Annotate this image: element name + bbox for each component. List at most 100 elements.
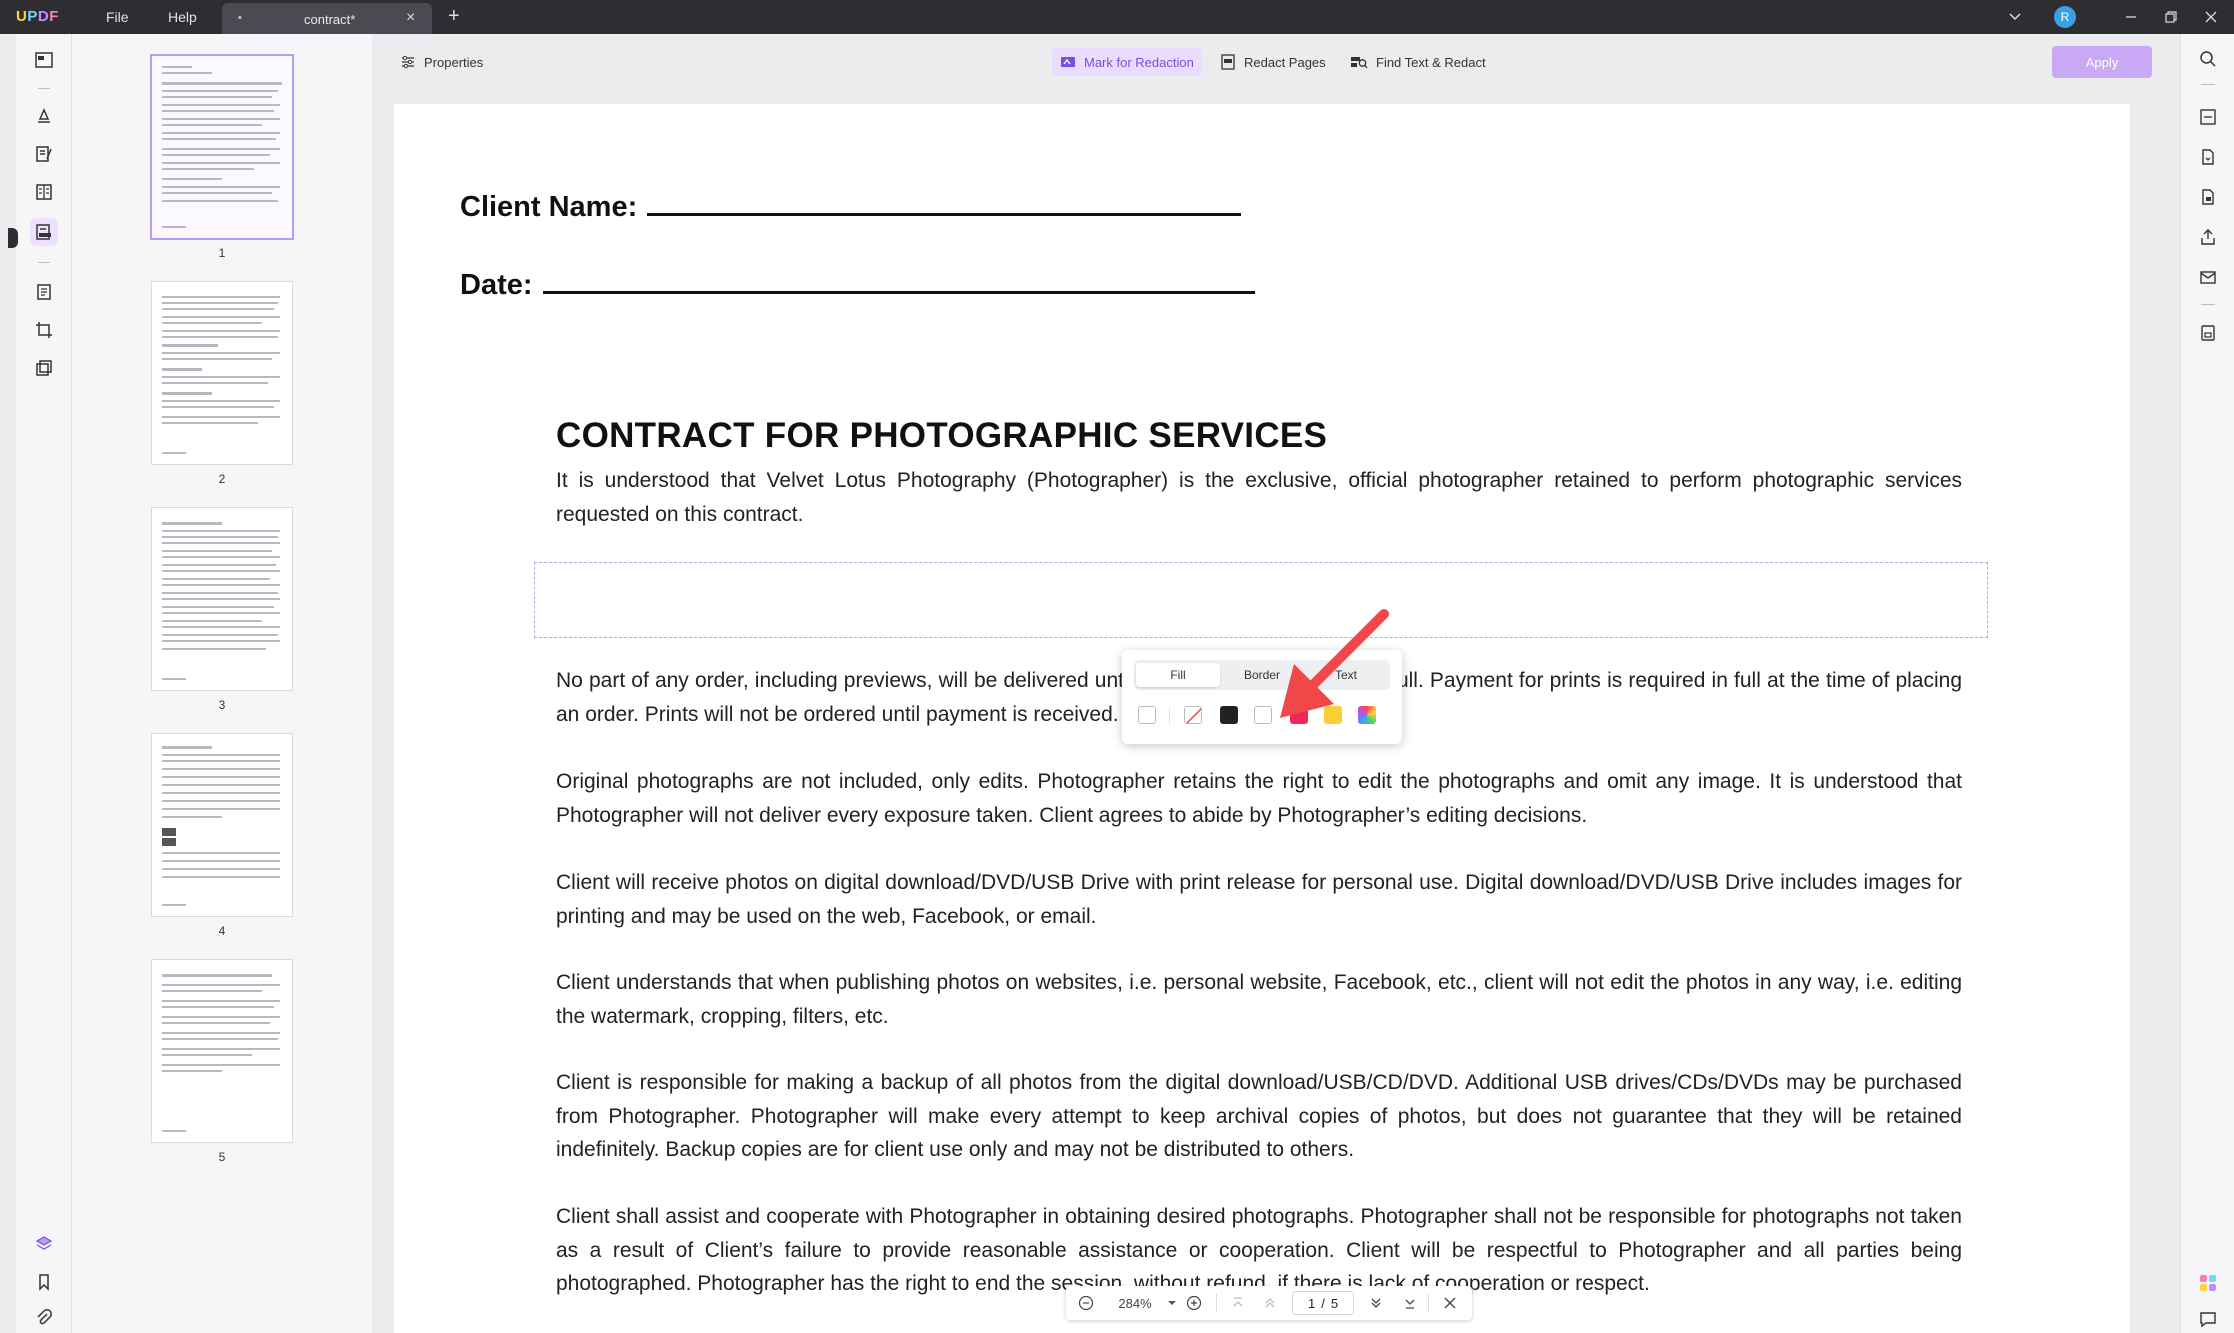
zoom-out-icon[interactable] bbox=[1074, 1286, 1098, 1320]
zoom-dropdown-icon[interactable] bbox=[1162, 1286, 1182, 1320]
paragraph-3: Original photographs are not included, o… bbox=[556, 770, 1962, 827]
thumbnail-panel: 1 2 3 4 5 bbox=[72, 34, 372, 1333]
next-page-icon[interactable] bbox=[1364, 1286, 1388, 1320]
first-page-icon[interactable] bbox=[1226, 1286, 1250, 1320]
redact-pages-button[interactable]: Redact Pages bbox=[1212, 48, 1334, 76]
date-underline bbox=[542, 268, 1255, 294]
rail-separator bbox=[2201, 84, 2215, 85]
rail-separator bbox=[38, 88, 50, 89]
right-tool-rail bbox=[2180, 34, 2234, 1333]
no-color-slash-icon bbox=[1186, 708, 1201, 723]
thumbnail-number: 4 bbox=[218, 924, 226, 938]
current-page: 1 bbox=[1307, 1295, 1316, 1311]
mark-for-redaction-button[interactable]: Mark for Redaction bbox=[1052, 48, 1202, 76]
chat-comment-icon[interactable] bbox=[2197, 1308, 2219, 1330]
organize-pages-icon[interactable] bbox=[30, 278, 58, 306]
swatch-separator bbox=[1169, 708, 1170, 724]
paragraph-6: Client is responsible for making a backu… bbox=[556, 1071, 1962, 1161]
mark-redaction-icon bbox=[1061, 57, 1075, 67]
thumbnail-number: 5 bbox=[218, 1150, 226, 1164]
crop-icon[interactable] bbox=[30, 316, 58, 344]
rail-separator bbox=[2201, 304, 2215, 305]
zoom-level[interactable]: 284% bbox=[1110, 1286, 1160, 1320]
attachment-icon[interactable] bbox=[30, 1304, 58, 1332]
menu-file[interactable]: File bbox=[106, 9, 129, 25]
previous-page-icon[interactable] bbox=[1258, 1286, 1282, 1320]
edit-pdf-icon[interactable] bbox=[30, 140, 58, 168]
paragraph-5: Client understands that when publishing … bbox=[556, 971, 1962, 1028]
red-arrow-annotation bbox=[1280, 609, 1389, 718]
page-thumbnail-2[interactable] bbox=[152, 282, 292, 464]
title-bar: UPDF File Help • contract* × + R bbox=[0, 0, 2234, 34]
thumbnail-number: 3 bbox=[218, 698, 226, 712]
mark-for-redaction-label: Mark for Redaction bbox=[1084, 54, 1194, 70]
user-avatar[interactable]: R bbox=[2054, 6, 2076, 28]
comment-icon[interactable] bbox=[30, 102, 58, 130]
redact-icon[interactable] bbox=[30, 218, 58, 246]
left-tool-rail bbox=[16, 34, 72, 1333]
document-title: CONTRACT FOR PHOTOGRAPHIC SERVICES bbox=[556, 416, 1328, 455]
protect-icon[interactable] bbox=[2197, 186, 2219, 208]
nav-separator bbox=[1428, 1294, 1429, 1312]
page-thumbnail-3[interactable] bbox=[152, 508, 292, 690]
panel-collapse-handle[interactable] bbox=[8, 228, 18, 248]
share-icon[interactable] bbox=[2197, 226, 2219, 248]
page-separator: / bbox=[1321, 1295, 1325, 1311]
total-pages: 5 bbox=[1330, 1295, 1339, 1311]
close-window-icon[interactable] bbox=[2204, 0, 2218, 34]
find-text-redact-button[interactable]: Find Text & Redact bbox=[1342, 48, 1494, 76]
redaction-toolbar: Properties Mark for Redaction Redact Pag… bbox=[372, 34, 2180, 92]
swatch-black[interactable] bbox=[1220, 706, 1238, 724]
form-icon[interactable] bbox=[30, 178, 58, 206]
tools-icon[interactable] bbox=[30, 354, 58, 382]
client-name-label: Client Name: bbox=[460, 191, 638, 223]
client-name-underline bbox=[647, 190, 1242, 216]
swatch-selected-white[interactable] bbox=[1138, 706, 1156, 724]
find-text-redact-label: Find Text & Redact bbox=[1376, 54, 1486, 70]
redact-pages-label: Redact Pages bbox=[1244, 54, 1326, 70]
page-thumbnail-4[interactable] bbox=[152, 734, 292, 916]
thumbnail-number: 1 bbox=[218, 246, 226, 260]
sliders-icon bbox=[402, 55, 414, 69]
tab-close-icon[interactable]: × bbox=[406, 9, 415, 27]
nav-separator bbox=[1216, 1294, 1217, 1312]
close-nav-icon[interactable] bbox=[1438, 1286, 1462, 1320]
properties-button[interactable]: Properties bbox=[392, 48, 491, 76]
search-icon[interactable] bbox=[2197, 48, 2219, 70]
restore-icon[interactable] bbox=[2164, 0, 2178, 34]
page-thumbnail-5[interactable] bbox=[152, 960, 292, 1142]
tabs-dropdown-icon[interactable] bbox=[2008, 0, 2022, 34]
tab-label: contract* bbox=[304, 12, 356, 27]
last-page-icon[interactable] bbox=[1398, 1286, 1422, 1320]
paragraph-1: It is understood that Velvet Lotus Photo… bbox=[556, 469, 1962, 526]
minimize-icon[interactable] bbox=[2124, 0, 2138, 34]
reader-icon[interactable] bbox=[30, 46, 58, 74]
zoom-in-icon[interactable] bbox=[1182, 1286, 1206, 1320]
rail-separator bbox=[38, 262, 50, 263]
thumbnail-number: 2 bbox=[218, 472, 226, 486]
ai-assistant-icon[interactable] bbox=[2197, 1272, 2219, 1294]
document-tab[interactable]: • contract* × bbox=[222, 3, 432, 34]
date-field: Date: bbox=[460, 268, 1255, 302]
find-redact-icon bbox=[1351, 57, 1368, 69]
swatch-no-color[interactable] bbox=[1184, 706, 1202, 724]
menu-help[interactable]: Help bbox=[168, 9, 197, 25]
page-number-input[interactable]: 1 / 5 bbox=[1292, 1291, 1354, 1315]
convert-pdf-icon[interactable] bbox=[2197, 146, 2219, 168]
tab-fill[interactable]: Fill bbox=[1136, 663, 1220, 687]
save-icon[interactable] bbox=[2197, 322, 2219, 344]
new-tab-button[interactable]: + bbox=[448, 5, 460, 28]
tab-modified-dot: • bbox=[238, 12, 242, 24]
page-navigation-bar: 284% 1 / 5 bbox=[1066, 1286, 1472, 1320]
updf-logo[interactable]: UPDF bbox=[16, 8, 59, 25]
properties-label: Properties bbox=[424, 54, 484, 70]
ocr-icon[interactable] bbox=[2197, 106, 2219, 128]
email-icon[interactable] bbox=[2197, 266, 2219, 288]
date-label: Date: bbox=[460, 269, 533, 301]
page-thumbnail-1[interactable] bbox=[152, 56, 292, 238]
layers-icon[interactable] bbox=[30, 1230, 58, 1258]
paragraph-4: Client will receive photos on digital do… bbox=[556, 871, 1962, 928]
apply-button[interactable]: Apply bbox=[2052, 46, 2152, 78]
client-name-field: Client Name: bbox=[460, 190, 1242, 224]
bookmark-icon[interactable] bbox=[30, 1268, 58, 1296]
